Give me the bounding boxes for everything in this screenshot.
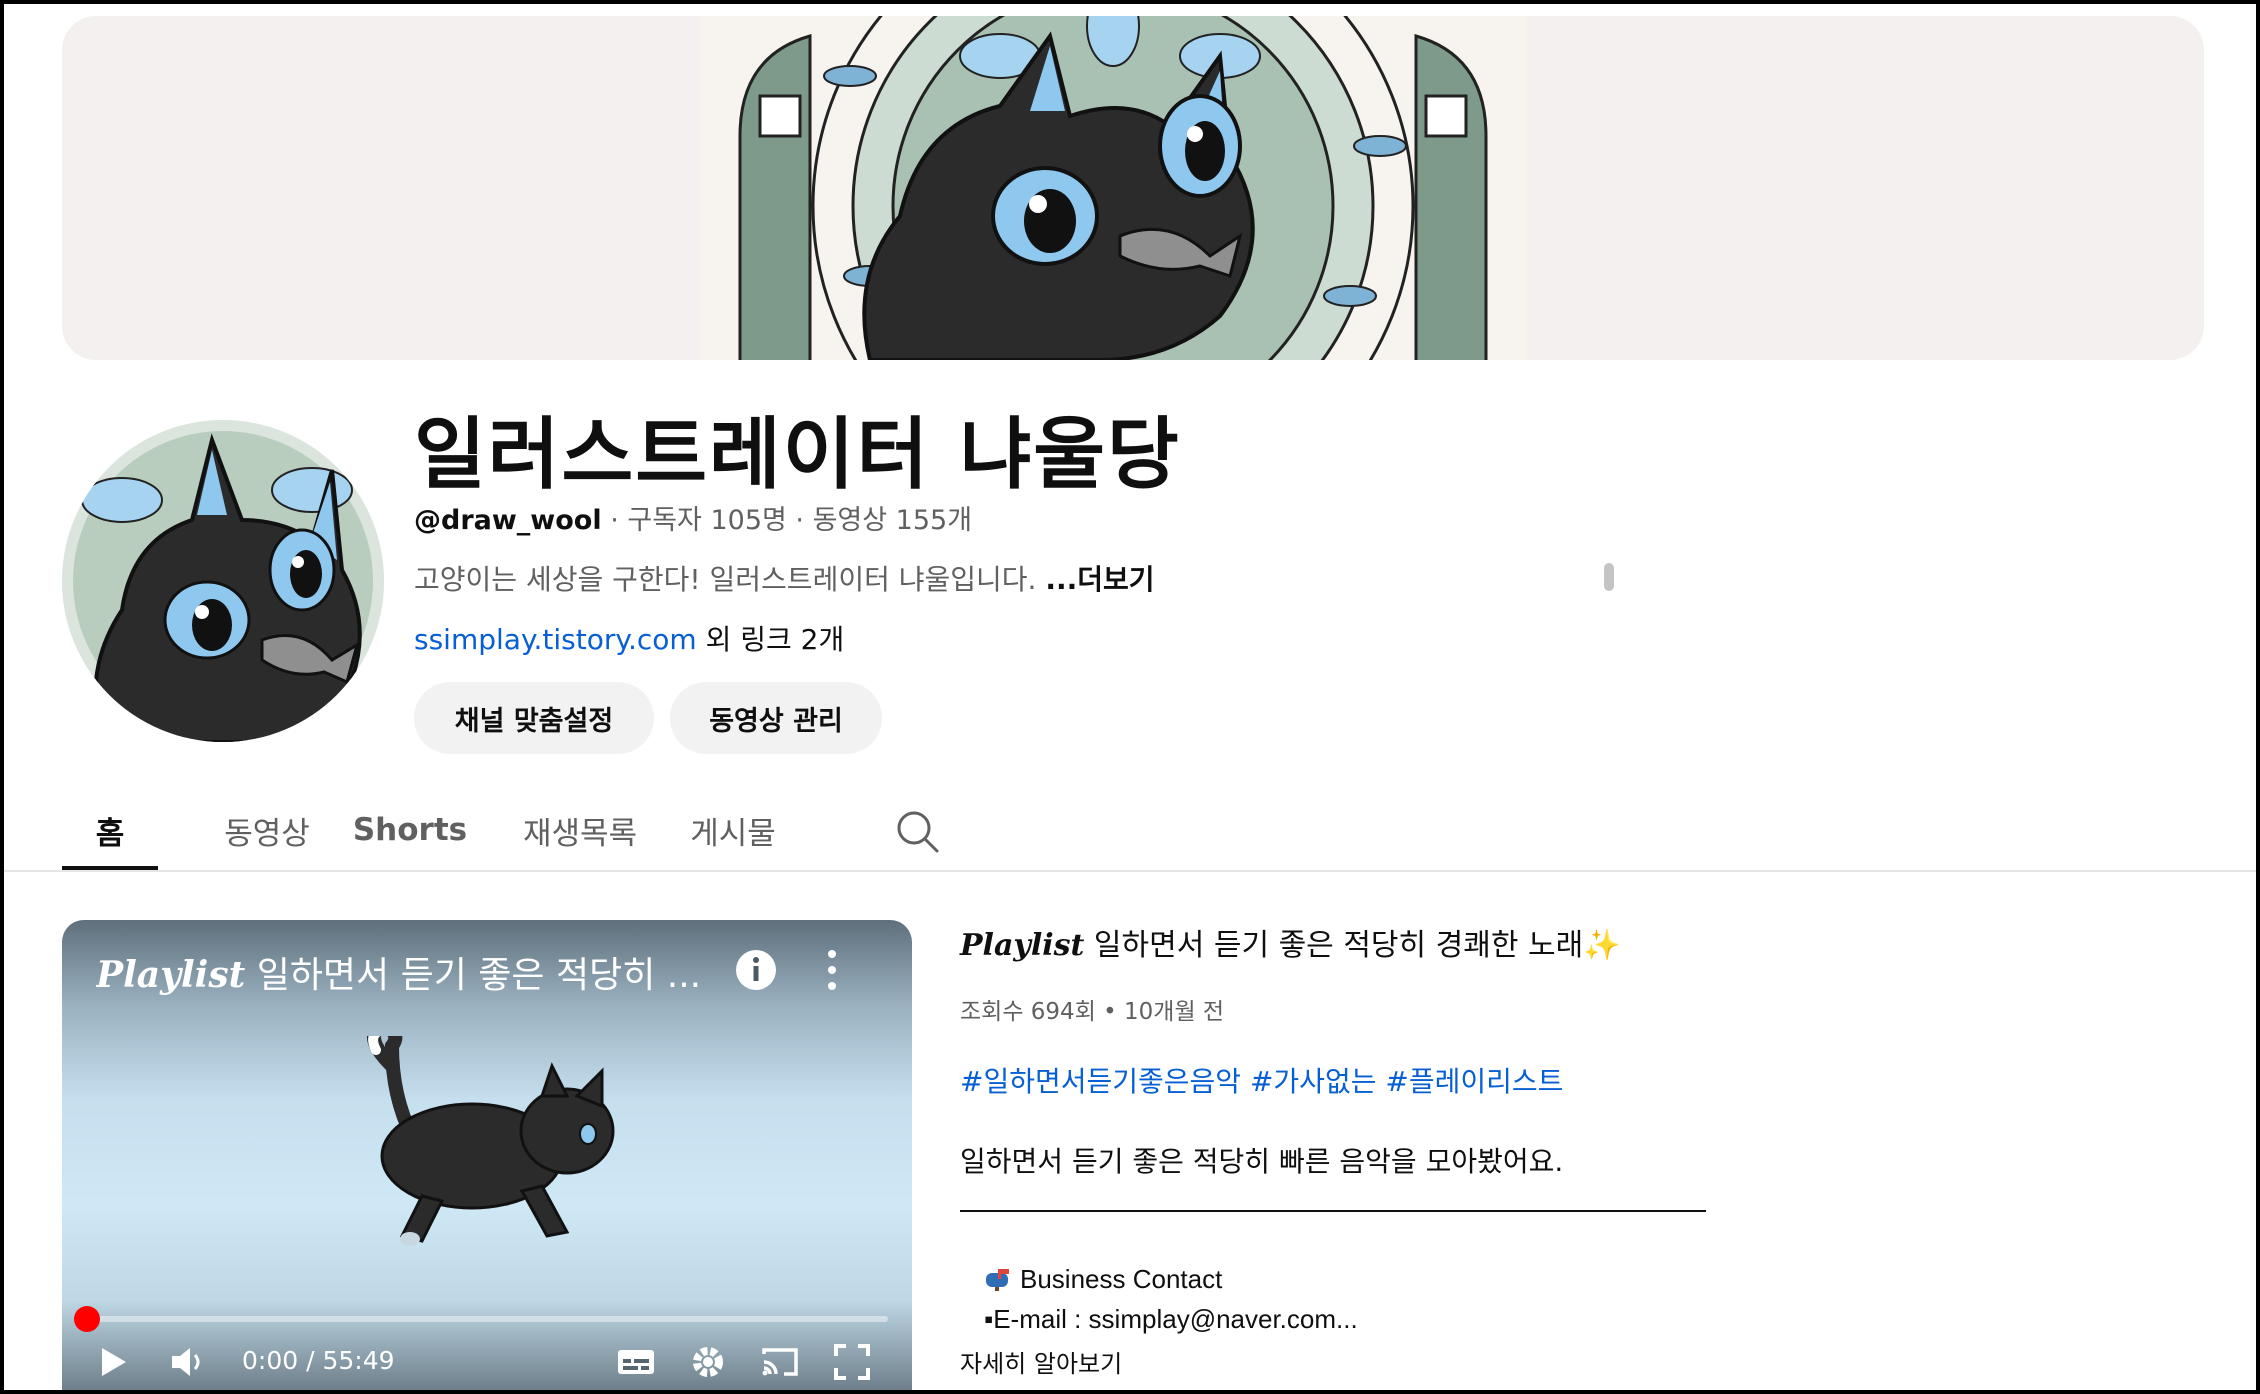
- more-link[interactable]: ...더보기: [1045, 563, 1154, 596]
- fullscreen-icon[interactable]: [830, 1340, 874, 1384]
- progress-scrubber[interactable]: [74, 1306, 100, 1332]
- channel-banner: [62, 16, 2204, 360]
- more-links[interactable]: 외 링크 2개: [697, 623, 845, 656]
- mailbox-icon: [986, 1269, 1009, 1291]
- business-email: ▪E-mail : ssimplay@naver.com...: [984, 1304, 1358, 1334]
- player-title-playlist: Playlist: [96, 954, 246, 996]
- volume-icon[interactable]: [166, 1340, 210, 1384]
- channel-handle: @draw_wool: [414, 505, 602, 536]
- tab-videos[interactable]: 동영상: [202, 790, 332, 870]
- play-icon[interactable]: [90, 1340, 134, 1384]
- subtitles-icon[interactable]: [614, 1340, 658, 1384]
- channel-link[interactable]: ssimplay.tistory.com: [414, 623, 697, 656]
- channel-stats: · 구독자 105명 · 동영상 155개: [601, 505, 973, 536]
- info-icon[interactable]: [734, 948, 778, 992]
- walking-cat-illustration: [367, 1036, 615, 1246]
- sparkle-emoji: ✨: [1583, 928, 1621, 963]
- video-title-rest: 일하면서 듣기 좋은 적당히 경쾌한 노래: [1084, 928, 1584, 963]
- avatar-cat-illustration: [62, 420, 384, 742]
- tab-shorts[interactable]: Shorts: [348, 790, 472, 870]
- banner-illustration: [700, 16, 1526, 360]
- video-description-body: 일하면서 듣기 좋은 적당히 빠른 음악을 모아봤어요.: [960, 1145, 1564, 1178]
- video-hashtags[interactable]: #일하면서듣기좋은음악 #가사없는 #플레이리스트: [960, 1060, 1563, 1100]
- customize-channel-button[interactable]: 채널 맞춤설정: [414, 682, 654, 754]
- scrollbar-indicator: [1604, 563, 1614, 591]
- settings-gear-icon[interactable]: [686, 1340, 730, 1384]
- featured-video-title[interactable]: Playlist 일하면서 듣기 좋은 적당히 경쾌한 노래✨: [960, 920, 1621, 964]
- channel-description[interactable]: 고양이는 세상을 구한다! 일러스트레이터 냐울입니다. ...더보기: [414, 558, 1155, 598]
- channel-title: 일러스트레이터 냐울당: [414, 410, 1181, 500]
- description-separator: [960, 1210, 1706, 1212]
- more-options-icon[interactable]: [822, 946, 842, 994]
- player-title-rest: 일하면서 듣기 좋은 적당히 ...: [245, 955, 702, 996]
- search-icon[interactable]: [894, 808, 940, 854]
- tab-posts[interactable]: 게시물: [668, 790, 798, 870]
- video-title-playlist: Playlist: [960, 928, 1085, 963]
- business-contact-label: Business Contact: [1020, 1264, 1223, 1294]
- business-contact: Business Contact: [984, 1264, 1222, 1295]
- channel-links: ssimplay.tistory.com 외 링크 2개: [414, 618, 844, 658]
- video-meta: 조회수 694회 • 10개월 전: [960, 999, 1225, 1025]
- channel-description-text: 고양이는 세상을 구한다! 일러스트레이터 냐울입니다.: [414, 563, 1046, 596]
- tab-home[interactable]: 홈: [62, 790, 158, 870]
- progress-bar[interactable]: [86, 1316, 888, 1322]
- manage-videos-button[interactable]: 동영상 관리: [670, 682, 882, 754]
- learn-more-link[interactable]: 자세히 알아보기: [960, 1344, 1122, 1379]
- time-display: 0:00 / 55:49: [242, 1346, 395, 1375]
- channel-meta: @draw_wool · 구독자 105명 · 동영상 155개: [414, 498, 972, 537]
- featured-video-player[interactable]: Playlist 일하면서 듣기 좋은 적당히 ... 0:00 / 55:49: [62, 920, 912, 1394]
- tab-playlists[interactable]: 재생목록: [494, 790, 666, 870]
- player-title[interactable]: Playlist 일하면서 듣기 좋은 적당히 ...: [96, 946, 736, 998]
- channel-tabs: 홈 동영상 Shorts 재생목록 게시물: [62, 790, 2260, 870]
- channel-avatar[interactable]: [62, 420, 384, 742]
- cast-icon[interactable]: [758, 1340, 802, 1384]
- tabs-divider: [4, 870, 2256, 872]
